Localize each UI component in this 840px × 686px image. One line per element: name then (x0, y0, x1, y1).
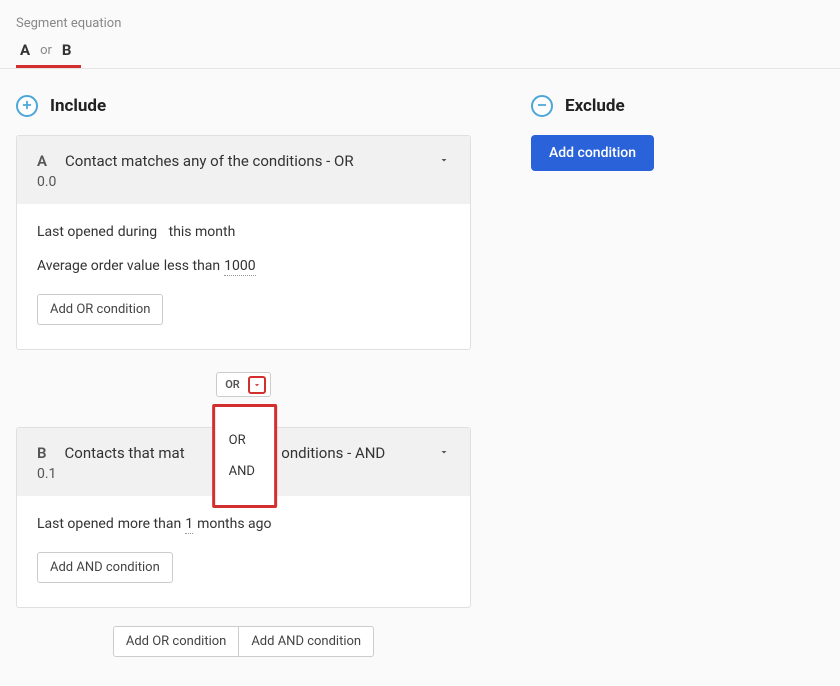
exclude-title: Exclude (565, 96, 625, 116)
condition-op: during (118, 224, 157, 240)
group-b-title-right: onditions - AND (281, 444, 385, 462)
group-b-title-left: Contacts that mat (65, 444, 185, 462)
equation-letter-b: B (62, 41, 72, 59)
condition-field: Last opened (37, 224, 114, 240)
condition-row[interactable]: Last opened more than 1 months ago (37, 516, 450, 534)
condition-field: Last opened (37, 516, 114, 532)
segment-equation: A or B (0, 31, 840, 63)
connector-label: OR (217, 373, 248, 396)
condition-value: this month (169, 224, 236, 240)
condition-op: more than (118, 516, 181, 532)
condition-value: 1000 (224, 258, 255, 276)
bottom-add-and-button[interactable]: Add AND condition (239, 626, 374, 657)
bottom-add-or-button[interactable]: Add OR condition (113, 626, 239, 657)
group-a-header[interactable]: A Contact matches any of the conditions … (17, 136, 470, 204)
exclude-add-condition-button[interactable]: Add condition (531, 135, 654, 171)
chevron-down-icon (438, 446, 450, 461)
include-add-button[interactable] (16, 95, 38, 117)
segment-equation-label: Segment equation (0, 0, 840, 31)
condition-op: less than (164, 258, 220, 274)
group-a-letter: A (37, 152, 47, 170)
bottom-buttons: Add OR condition Add AND condition (16, 626, 471, 657)
connector-pill[interactable]: OR (216, 372, 271, 397)
minus-icon (535, 97, 549, 116)
chevron-down-icon (438, 154, 450, 169)
group-b-letter: B (37, 444, 47, 462)
group-a-sub: 0.0 (37, 174, 450, 190)
connector-toggle[interactable] (248, 376, 266, 394)
plus-icon (20, 97, 34, 116)
equation-or: or (40, 43, 52, 58)
condition-row[interactable]: Last opened during this month (37, 224, 450, 240)
chevron-down-icon (252, 375, 262, 394)
add-and-condition-button[interactable]: Add AND condition (37, 552, 173, 583)
condition-group-a: A Contact matches any of the conditions … (16, 135, 471, 350)
exclude-column: Exclude Add condition (531, 95, 824, 657)
condition-row[interactable]: Average order value less than 1000 (37, 258, 450, 276)
group-a-title: Contact matches any of the conditions - … (65, 152, 420, 170)
dropdown-item-and[interactable]: AND (215, 456, 274, 487)
condition-field: Average order value (37, 258, 160, 274)
add-or-condition-button[interactable]: Add OR condition (37, 294, 163, 325)
include-title: Include (50, 96, 106, 116)
equation-letter-a: A (20, 41, 30, 59)
connector-dropdown: OR AND (212, 404, 277, 508)
include-column: Include A Contact matches any of the con… (16, 95, 471, 657)
condition-value: 1 (185, 516, 193, 534)
exclude-remove-button[interactable] (531, 95, 553, 117)
dropdown-item-or[interactable]: OR (215, 425, 274, 456)
condition-suffix: months ago (197, 516, 271, 532)
